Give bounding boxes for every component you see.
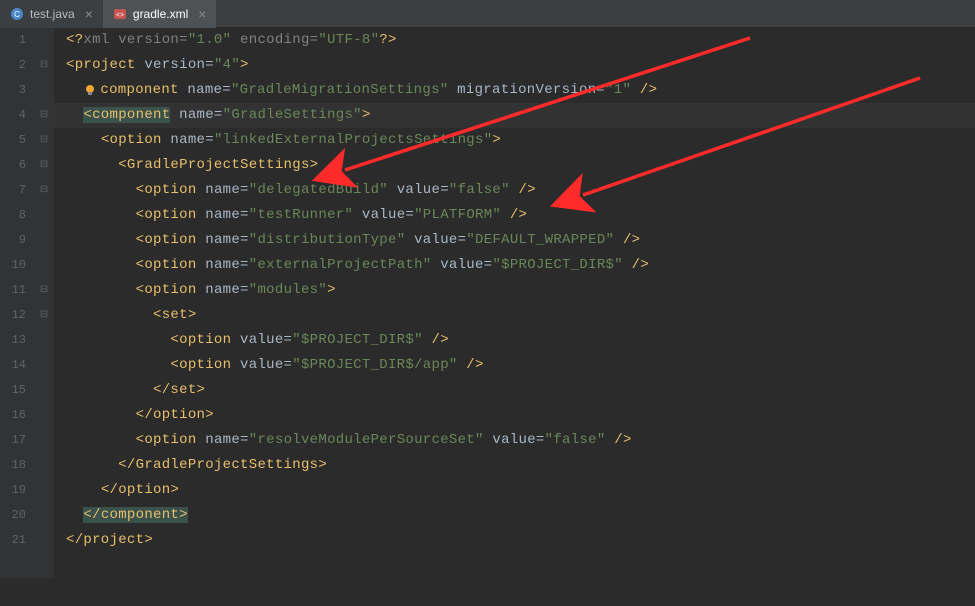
code-line: <GradleProjectSettings> [54,153,975,178]
line-number: 13 [0,328,26,353]
line-number: 17 [0,428,26,453]
fold-marker[interactable]: ⊟ [34,153,54,178]
code-line: <option name="distributionType" value="D… [54,228,975,253]
close-icon[interactable]: × [198,6,206,22]
fold-gutter: ⊟⊟⊟⊟⊟⊟⊟ [34,28,54,578]
line-number: 14 [0,353,26,378]
fold-marker [34,203,54,228]
fold-marker [34,78,54,103]
code-line: <option value="$PROJECT_DIR$" /> [54,328,975,353]
svg-text:C: C [14,10,20,19]
line-number: 10 [0,253,26,278]
fold-marker [34,503,54,528]
svg-text:<>: <> [116,12,124,19]
code-line: <component name="GradleSettings"> [54,103,975,128]
line-number: 21 [0,528,26,553]
fold-marker[interactable]: ⊟ [34,278,54,303]
tab-bar: C test.java × <> gradle.xml × [0,0,975,28]
xml-file-icon: <> [113,7,127,21]
code-line: </option> [54,478,975,503]
fold-marker [34,353,54,378]
fold-marker [34,453,54,478]
code-line: <set> [54,303,975,328]
code-line: <option name="delegatedBuild" value="fal… [54,178,975,203]
fold-marker [34,428,54,453]
line-number: 6 [0,153,26,178]
fold-marker [34,528,54,553]
fold-marker [34,328,54,353]
line-number: 3 [0,78,26,103]
tab-gradle-xml[interactable]: <> gradle.xml × [103,0,217,28]
code-line: <option name="externalProjectPath" value… [54,253,975,278]
editor: 123456789101112131415161718192021 ⊟⊟⊟⊟⊟⊟… [0,28,975,578]
code-line: </option> [54,403,975,428]
line-number: 16 [0,403,26,428]
fold-marker [34,378,54,403]
line-number: 7 [0,178,26,203]
fold-marker [34,403,54,428]
code-line: <option name="testRunner" value="PLATFOR… [54,203,975,228]
fold-marker[interactable]: ⊟ [34,303,54,328]
intention-bulb-icon[interactable] [83,82,97,96]
code-area[interactable]: <?xml version="1.0" encoding="UTF-8"?> <… [54,28,975,578]
line-number: 5 [0,128,26,153]
line-number: 20 [0,503,26,528]
code-line: <?xml version="1.0" encoding="UTF-8"?> [54,28,975,53]
fold-marker [34,478,54,503]
line-number: 19 [0,478,26,503]
line-number: 9 [0,228,26,253]
code-line: <project version="4"> [54,53,975,78]
code-line: </set> [54,378,975,403]
code-line: <option name="resolveModulePerSourceSet"… [54,428,975,453]
line-number: 11 [0,278,26,303]
fold-marker[interactable]: ⊟ [34,128,54,153]
line-number: 2 [0,53,26,78]
line-number: 4 [0,103,26,128]
code-line: component name="GradleMigrationSettings"… [54,78,975,103]
close-icon[interactable]: × [85,6,93,22]
code-line: </component> [54,503,975,528]
fold-marker[interactable]: ⊟ [34,53,54,78]
fold-marker[interactable]: ⊟ [34,103,54,128]
line-number: 18 [0,453,26,478]
tab-test-java[interactable]: C test.java × [0,0,103,28]
tab-label: test.java [30,7,75,21]
code-line: <option name="linkedExternalProjectsSett… [54,128,975,153]
code-line: <option name="modules"> [54,278,975,303]
code-line: </GradleProjectSettings> [54,453,975,478]
line-number: 12 [0,303,26,328]
line-number: 1 [0,28,26,53]
line-number: 15 [0,378,26,403]
line-number-gutter: 123456789101112131415161718192021 [0,28,34,578]
line-number: 8 [0,203,26,228]
fold-marker [34,228,54,253]
code-line: <option value="$PROJECT_DIR$/app" /> [54,353,975,378]
tab-label: gradle.xml [133,7,188,21]
fold-marker[interactable]: ⊟ [34,178,54,203]
fold-marker [34,28,54,53]
code-line: </project> [54,528,975,553]
fold-marker [34,253,54,278]
java-file-icon: C [10,7,24,21]
